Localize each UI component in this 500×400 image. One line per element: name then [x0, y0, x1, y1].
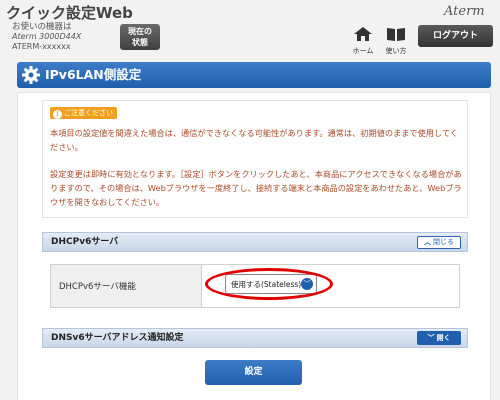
select-value: 使用する(Stateless)	[231, 280, 302, 289]
logout-button[interactable]: ログアウト	[418, 25, 493, 47]
dhcpv6-mode-select[interactable]: 使用する(Stateless) ﹀	[225, 274, 317, 294]
collapse-button[interactable]: ︿ 閉じる	[417, 236, 461, 249]
submit-button[interactable]: 設定	[205, 360, 302, 385]
chevron-up-icon: ︿	[424, 238, 431, 246]
notice-paragraph-1: 本項目の設定値を間違えた場合は、通信ができなくなる可能性があります。通常は、初期…	[50, 128, 459, 152]
warning-icon: !	[53, 110, 62, 119]
gear-icon	[22, 66, 40, 84]
expand-label: 開く	[436, 334, 451, 342]
chevron-down-icon: ﹀	[427, 334, 435, 342]
book-icon	[387, 28, 405, 41]
home-nav-button[interactable]: ホーム	[352, 26, 374, 56]
dnsv6-section-title: DNSv6サーバアドレス通知設定	[51, 333, 184, 343]
device-label: お使いの機器は	[12, 22, 72, 32]
collapse-label: 閉じる	[433, 238, 454, 246]
help-label: 使い方	[385, 47, 407, 55]
dhcpv6-section-header: DHCPv6サーバ ︿ 閉じる	[42, 232, 468, 252]
caution-badge-label: ご注意ください	[64, 109, 113, 117]
dhcpv6-server-function-label: DHCPv6サーバ機能	[59, 282, 136, 292]
home-label: ホーム	[352, 47, 374, 55]
device-model: Aterm 3000D44X	[12, 32, 82, 41]
app-title: クイック設定Web	[6, 4, 133, 22]
chevron-down-icon: ﹀	[301, 278, 313, 290]
brand-logo: Aterm	[444, 4, 485, 19]
expand-button[interactable]: ﹀ 開く	[417, 331, 461, 345]
home-icon	[354, 27, 372, 41]
device-id: ATERM-xxxxxx	[12, 42, 71, 51]
dhcpv6-section-title: DHCPv6サーバ	[51, 237, 119, 247]
caution-badge: ! ご注意ください	[50, 107, 117, 119]
help-nav-button[interactable]: 使い方	[383, 26, 409, 56]
header: クイック設定Web お使いの機器は Aterm 3000D44X ATERM-x…	[0, 0, 500, 60]
notice-paragraph-2: 設定変更は即時に有効となります。［設定］ボタンをクリックしたあと、本商品にアクセ…	[50, 169, 462, 207]
dnsv6-section-header: DNSv6サーバアドレス通知設定 ﹀ 開く	[42, 328, 468, 348]
current-status-button[interactable]: 現在の 状態	[120, 24, 160, 50]
page-title-bar: IPv6LAN側設定	[17, 62, 491, 88]
setting-label-cell: DHCPv6サーバ機能	[51, 265, 202, 307]
page-title: IPv6LAN側設定	[45, 67, 142, 82]
